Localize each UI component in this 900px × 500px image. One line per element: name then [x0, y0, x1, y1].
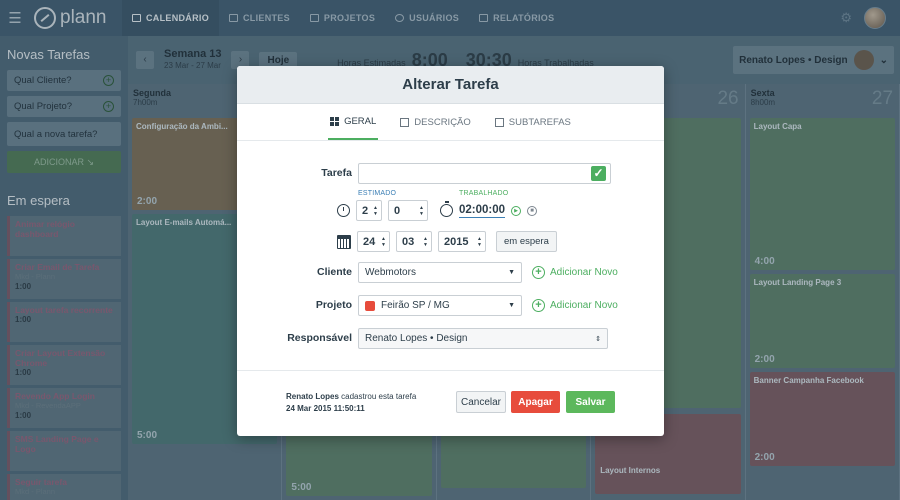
stepper-icon[interactable]: ▲ ▼: [373, 205, 378, 217]
add-client-button[interactable]: + Adicionar Novo: [532, 266, 618, 279]
updown-icon: ⇕: [595, 335, 601, 343]
stepper-icon[interactable]: ▲ ▼: [477, 236, 482, 248]
list-icon: [494, 117, 504, 127]
delete-button[interactable]: Apagar: [511, 391, 560, 413]
responsible-select[interactable]: Renato Lopes • Design ⇕: [358, 328, 608, 349]
date-day[interactable]: 24 ▲ ▼: [357, 231, 390, 252]
clock-icon: [337, 204, 350, 217]
grid-icon: [330, 116, 340, 126]
task-input[interactable]: ✓: [358, 163, 611, 184]
tab-geral[interactable]: GERAL: [328, 104, 379, 140]
date-year[interactable]: 2015 ▲ ▼: [438, 231, 486, 252]
modal-title: Alterar Tarefa: [237, 66, 664, 104]
worked-label: TRABALHADO: [459, 190, 509, 197]
save-button[interactable]: Salvar: [566, 391, 615, 413]
chevron-down-icon: ▼: [508, 269, 515, 276]
edit-task-modal: Alterar Tarefa GERAL DESCRIÇÃO SUBTAREFA…: [237, 66, 664, 436]
stop-icon[interactable]: ■: [527, 205, 538, 216]
responsible-label: Responsável: [287, 332, 352, 344]
project-color-swatch: [365, 300, 375, 311]
check-icon[interactable]: ✓: [591, 166, 606, 181]
cancel-button[interactable]: Cancelar: [456, 391, 506, 413]
calendar-icon: [337, 234, 351, 249]
play-icon[interactable]: ▶: [511, 205, 522, 216]
project-select[interactable]: Feirão SP / MG ▼: [358, 295, 522, 316]
tab-subtarefas[interactable]: SUBTAREFAS: [493, 104, 573, 140]
date-row: 24 ▲ ▼ 03 ▲ ▼ 2015 ▲ ▼ em espera: [337, 231, 557, 252]
estimated-label: ESTIMADO: [358, 190, 397, 197]
modal-tabs: GERAL DESCRIÇÃO SUBTAREFAS: [237, 104, 664, 141]
stepper-icon[interactable]: ▲ ▼: [419, 205, 424, 217]
wait-button[interactable]: em espera: [496, 231, 557, 252]
created-info: Renato Lopes cadastrou esta tarefa 24 Ma…: [286, 392, 417, 413]
stepper-icon[interactable]: ▲ ▼: [423, 236, 428, 248]
chevron-down-icon: ▼: [508, 302, 515, 309]
stopwatch-icon: [440, 201, 453, 217]
plus-icon: +: [532, 266, 545, 279]
plus-icon: +: [532, 299, 545, 312]
estimated-hours[interactable]: 2 ▲ ▼: [356, 200, 382, 221]
divider: [237, 370, 664, 371]
time-row: 2 ▲ ▼ 0 ▲ ▼ 02:00:00 ▶ ■: [337, 200, 538, 221]
client-select[interactable]: Webmotors ▼: [358, 262, 522, 283]
document-icon: [400, 117, 410, 127]
project-label: Projeto: [315, 299, 352, 311]
task-label: Tarefa: [321, 167, 352, 179]
client-label: Cliente: [316, 266, 352, 278]
worked-time[interactable]: 02:00:00: [459, 204, 506, 218]
stepper-icon[interactable]: ▲ ▼: [381, 236, 386, 248]
estimated-minutes[interactable]: 0 ▲ ▼: [388, 200, 428, 221]
date-month[interactable]: 03 ▲ ▼: [396, 231, 432, 252]
add-project-button[interactable]: + Adicionar Novo: [532, 299, 618, 312]
tab-descricao[interactable]: DESCRIÇÃO: [398, 104, 472, 140]
